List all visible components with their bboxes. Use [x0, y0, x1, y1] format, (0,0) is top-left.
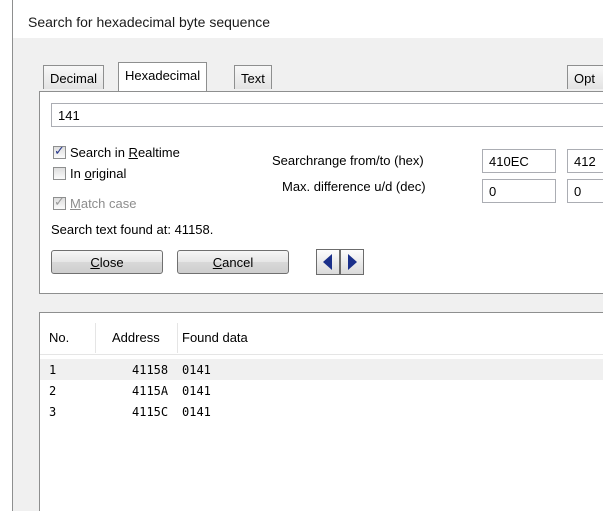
- column-address[interactable]: Address: [112, 330, 160, 345]
- title-bar: Search for hexadecimal byte sequence: [13, 0, 603, 38]
- searchrange-label: Searchrange from/to (hex): [272, 153, 424, 168]
- next-result-button[interactable]: [340, 249, 364, 275]
- column-divider[interactable]: [95, 323, 96, 353]
- search-input[interactable]: 141: [51, 103, 603, 127]
- check-mark-icon: ✓: [54, 194, 65, 209]
- table-row[interactable]: 3 4115C 0141: [40, 401, 603, 422]
- tab-options[interactable]: Opt: [567, 65, 603, 89]
- results-list: No. Address Found data 1 41158 0141 2 41…: [39, 312, 603, 511]
- in-original-label: In original: [70, 166, 127, 181]
- tab-text-label: Text: [241, 71, 265, 86]
- match-case-label: Match case: [70, 196, 137, 211]
- tab-decimal[interactable]: Decimal: [43, 65, 104, 89]
- row-found-data: 0141: [182, 405, 211, 419]
- table-row[interactable]: 1 41158 0141: [40, 359, 603, 380]
- column-divider[interactable]: [177, 323, 178, 353]
- range-to-input[interactable]: 412: [567, 149, 603, 173]
- tab-decimal-label: Decimal: [50, 71, 97, 86]
- max-difference-label: Max. difference u/d (dec): [282, 179, 426, 194]
- status-text: Search text found at: 41158.: [51, 222, 214, 237]
- row-no: 3: [49, 405, 57, 419]
- table-row[interactable]: 2 4115A 0141: [40, 380, 603, 401]
- results-header: No. Address Found data: [40, 313, 603, 355]
- row-address: 41158: [132, 363, 169, 377]
- row-found-data: 0141: [182, 384, 211, 398]
- range-from-input[interactable]: 410EC: [482, 149, 556, 173]
- cancel-button[interactable]: Cancel: [177, 250, 289, 274]
- column-no[interactable]: No.: [49, 330, 69, 345]
- difference-up-input[interactable]: 0: [482, 179, 556, 203]
- search-dialog-window: Search for hexadecimal byte sequence Dec…: [12, 0, 603, 511]
- search-value: 141: [58, 108, 80, 123]
- window-title: Search for hexadecimal byte sequence: [28, 14, 271, 30]
- realtime-label: Search in Realtime: [70, 145, 180, 160]
- match-case-checkbox-box: ✓: [53, 194, 66, 210]
- in-original-checkbox-box: [53, 167, 66, 180]
- triangle-left-icon: [323, 254, 332, 270]
- check-mark-icon: ✓: [54, 143, 65, 158]
- row-no: 2: [49, 384, 57, 398]
- close-button[interactable]: Close: [51, 250, 163, 274]
- column-found-data[interactable]: Found data: [182, 330, 248, 345]
- realtime-checkbox-box: ✓: [53, 143, 66, 159]
- row-address: 4115A: [132, 384, 169, 398]
- row-address: 4115C: [132, 405, 169, 419]
- tab-hexadecimal[interactable]: Hexadecimal: [118, 62, 208, 91]
- row-found-data: 0141: [182, 363, 211, 377]
- tab-hexadecimal-label: Hexadecimal: [125, 68, 201, 83]
- tab-options-label: Opt: [574, 71, 595, 86]
- triangle-right-icon: [348, 254, 357, 270]
- difference-down-input[interactable]: 0: [567, 179, 603, 203]
- previous-result-button[interactable]: [316, 249, 340, 275]
- row-no: 1: [49, 363, 57, 377]
- tab-text[interactable]: Text: [234, 65, 272, 89]
